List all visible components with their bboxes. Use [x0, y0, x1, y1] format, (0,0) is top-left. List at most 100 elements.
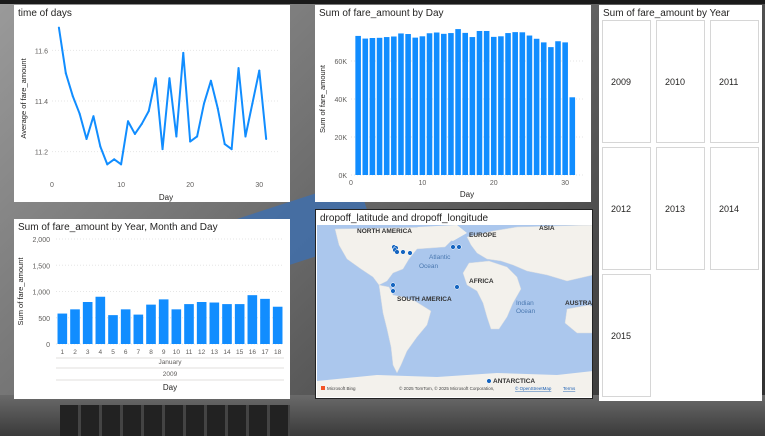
- map-point[interactable]: [456, 244, 462, 250]
- map-point[interactable]: [407, 250, 413, 256]
- data-point: [230, 148, 233, 151]
- bar: [184, 304, 194, 344]
- bar: [376, 37, 383, 175]
- bar: [462, 32, 468, 175]
- data-point: [127, 120, 129, 123]
- data-point: [140, 122, 143, 125]
- y-tick-label: 20K: [335, 135, 348, 142]
- year-tile[interactable]: 2012: [602, 147, 651, 270]
- x-tick-label: 6: [124, 349, 128, 356]
- map-point[interactable]: [390, 282, 396, 288]
- label-europe: EUROPE: [469, 232, 497, 239]
- x-tick-label: 3: [86, 349, 90, 356]
- bar: [369, 38, 376, 176]
- data-point: [57, 26, 60, 29]
- map-point[interactable]: [394, 249, 400, 255]
- bar: [260, 298, 270, 344]
- y-tick-label: 1,500: [32, 263, 50, 270]
- x-tick-label: 11: [186, 349, 193, 356]
- bar: [158, 299, 169, 344]
- bar: [70, 309, 80, 344]
- bar: [362, 38, 369, 175]
- bar: [398, 33, 404, 176]
- bar: [209, 302, 220, 344]
- bar: [526, 35, 533, 175]
- year-tile[interactable]: 2015: [602, 274, 651, 397]
- bar: [562, 42, 568, 175]
- bar: [82, 302, 93, 344]
- x-tick-label: 2: [73, 349, 77, 356]
- time-of-days-chart[interactable]: time of days 11.2 11.4 11.6 0 10 20 30 Day Avera…: [14, 5, 290, 202]
- x-tick-label: 16: [249, 349, 257, 356]
- x-tick-label: 10: [418, 180, 426, 187]
- bar: [247, 295, 258, 344]
- year-tile[interactable]: 2010: [656, 20, 705, 143]
- data-point: [175, 135, 178, 138]
- y-tick-label: 11.2: [35, 150, 48, 157]
- map-point[interactable]: [400, 249, 406, 255]
- bar: [383, 37, 390, 176]
- bar: [441, 33, 447, 175]
- bar: [512, 32, 518, 176]
- bing-logo-icon: [321, 386, 325, 390]
- bar: [95, 296, 106, 344]
- x-tick-label: 12: [198, 349, 206, 356]
- x-tick-label: 0: [349, 180, 353, 187]
- y-tick-label: 2,000: [32, 237, 50, 244]
- year-slicer[interactable]: Sum of fare_amount by Year 2009 2010 201…: [599, 5, 762, 401]
- bar-chart-svg: 0K 20K 40K 60K 0 10 20 30 Day Sum of fare_amount: [318, 29, 583, 199]
- map-attribution: © 2025 TomTom, © 2025 Microsoft Corporat…: [399, 385, 494, 391]
- x-tick-label: 18: [274, 349, 282, 356]
- map-canvas[interactable]: NORTH AMERICA EUROPE ASIA Atlantic Ocean…: [317, 225, 593, 397]
- label-north-america: NORTH AMERICA: [357, 228, 412, 235]
- terms-link[interactable]: Terms: [563, 386, 576, 391]
- x-tick-label: 7: [137, 349, 141, 356]
- map-point[interactable]: [390, 288, 396, 294]
- data-point: [99, 145, 102, 148]
- series-line: [57, 27, 268, 166]
- year-tile[interactable]: 2014: [710, 147, 759, 270]
- x-axis-label: Day: [163, 383, 177, 392]
- y-tick-label: 40K: [335, 97, 348, 104]
- year-tile[interactable]: 2009: [602, 20, 651, 143]
- data-point: [71, 94, 74, 97]
- x-tick-label: 13: [211, 349, 219, 356]
- x-tick-label: 15: [236, 349, 244, 356]
- data-point: [265, 138, 268, 141]
- bar: [555, 41, 561, 175]
- osm-link[interactable]: © OpenStreetMap: [515, 385, 552, 391]
- label-ocean-indian: Ocean: [516, 308, 536, 315]
- data-point: [244, 135, 247, 138]
- bar: [419, 36, 426, 175]
- bar: [498, 36, 504, 175]
- y-axis-label: Average of fare_amount: [19, 57, 28, 138]
- year-label: 2009: [163, 371, 178, 378]
- year-tile[interactable]: 2013: [656, 147, 705, 270]
- map-point[interactable]: [486, 378, 492, 384]
- map-point[interactable]: [454, 284, 460, 290]
- top-strip: [0, 0, 765, 4]
- bar: [222, 304, 232, 344]
- data-point: [120, 163, 123, 166]
- data-point: [92, 115, 95, 118]
- data-point: [203, 102, 205, 105]
- bar: [533, 38, 540, 175]
- bar: [234, 304, 245, 344]
- data-point: [133, 132, 136, 135]
- data-point: [258, 69, 261, 72]
- fare-by-day-chart[interactable]: Sum of fare_amount by Day 0K 20K 40K 60K 0 10…: [315, 5, 591, 202]
- bar: [196, 302, 207, 344]
- dropoff-map[interactable]: dropoff_latitude and dropoff_longitude N…: [315, 209, 593, 399]
- bar: [483, 30, 490, 176]
- y-tick-label: 0: [46, 342, 50, 349]
- x-tick-label: 10: [117, 182, 125, 189]
- fare-by-year-month-day-chart[interactable]: Sum of fare_amount by Year, Month and Da…: [14, 219, 290, 399]
- x-tick-label: 5: [111, 349, 115, 356]
- x-tick-label: 10: [173, 349, 181, 356]
- map-point[interactable]: [450, 244, 456, 250]
- year-tile[interactable]: 2011: [710, 20, 759, 143]
- y-tick-label: 500: [38, 316, 50, 323]
- bar: [469, 37, 476, 176]
- bar: [133, 314, 144, 344]
- label-asia: ASIA: [539, 225, 555, 232]
